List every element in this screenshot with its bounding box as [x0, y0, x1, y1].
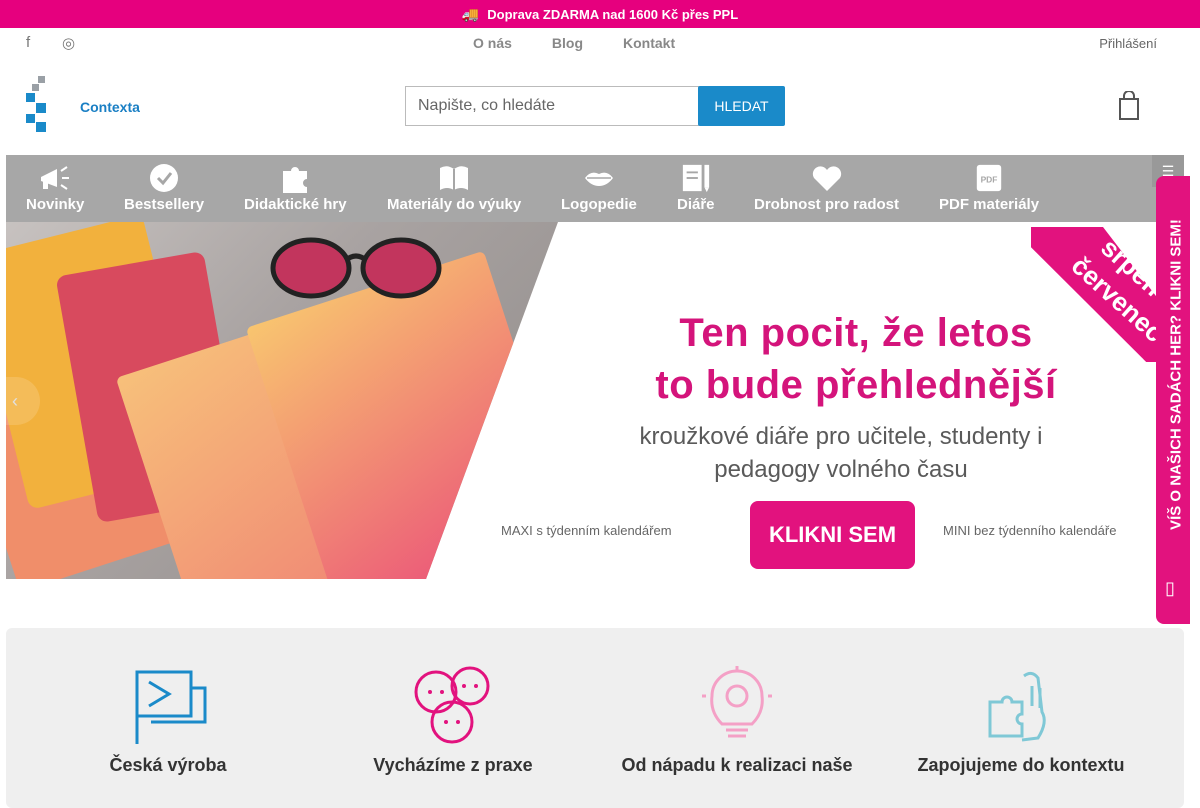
category-bestsellery[interactable]: Bestsellery [124, 155, 204, 222]
feature-item: Vycházíme z praxe [303, 666, 603, 776]
maxi-label: MAXI s týdenním kalendářem [501, 523, 672, 538]
svg-text:PDF: PDF [981, 175, 998, 185]
notebook-icon [682, 164, 709, 193]
category-label: Materiály do výuky [387, 196, 522, 213]
header: Contexta HLEDAT [0, 58, 1200, 154]
category-label: PDF materiály [939, 196, 1040, 213]
category-diare[interactable]: Diáře [677, 155, 715, 222]
hand-puzzle-icon [988, 671, 1046, 742]
category-label: Logopedie [561, 196, 637, 213]
puzzle-icon [283, 167, 308, 193]
category-novinky[interactable]: Novinky [26, 155, 84, 222]
category-drobnost[interactable]: Drobnost pro radost [754, 155, 899, 222]
category-label: Drobnost pro radost [754, 196, 899, 213]
category-label: Diáře [677, 196, 715, 213]
search-button[interactable]: HLEDAT [698, 86, 785, 126]
klikni-sem-button[interactable]: KLIKNI SEM [750, 501, 915, 569]
headline-line-2: to bude přehlednější [655, 363, 1057, 407]
login-link[interactable]: Přihlášení [1099, 36, 1157, 51]
top-nav: O nás Blog Kontakt [473, 35, 675, 51]
megaphone-icon [41, 166, 70, 190]
category-pdf[interactable]: PDF PDF materiály [939, 155, 1039, 222]
logo-mark-icon [26, 76, 46, 132]
people-icon [414, 666, 490, 744]
side-tab-text: VÍŠ O NAŠICH SADÁCH HER? KLIKNI SEM! [1167, 219, 1185, 530]
search-input[interactable] [405, 86, 699, 126]
check-badge-icon [150, 164, 179, 192]
feature-label: Zapojujeme do kontextu [917, 755, 1125, 775]
subline-line-1: kroužkové diáře pro učitele, studenty i [639, 423, 1043, 450]
category-label: Bestsellery [124, 196, 205, 213]
promo-text: Doprava ZDARMA nad 1600 Kč přes PPL [487, 6, 739, 22]
instagram-icon[interactable]: ◎ [62, 34, 75, 52]
category-logopedie[interactable]: Logopedie [561, 155, 637, 222]
banner-headline: Ten pocit, že letos to bude přehlednější [546, 307, 1166, 411]
feature-item: Od nápadu k realizaci naše [587, 666, 887, 776]
pdf-icon: PDF [976, 164, 1002, 192]
promo-bar: 🚚 Doprava ZDARMA nad 1600 Kč přes PPL [0, 0, 1200, 28]
book-icon [440, 166, 469, 190]
subline-line-2: pedagogy volného času [714, 456, 968, 483]
truck-icon: 🚚 [461, 5, 480, 22]
headline-line-1: Ten pocit, že letos [679, 311, 1033, 355]
top-links-bar: f ◎ O nás Blog Kontakt Přihlášení [0, 28, 1200, 58]
flag-icon [135, 670, 207, 744]
nav-link-o-nas[interactable]: O nás [473, 35, 512, 51]
category-label: Didaktické hry [244, 196, 347, 213]
lightbulb-icon [702, 666, 772, 738]
category-didakticke-hry[interactable]: Didaktické hry [244, 155, 347, 222]
mini-label: MINI bez týdenního kalendáře [943, 523, 1117, 538]
hero-banner[interactable]: ‹ srpen červenec Ten pocit, že letos to … [6, 222, 1184, 579]
category-materialy[interactable]: Materiály do výuky [387, 155, 521, 222]
side-tab-icon: ▯ [1165, 578, 1175, 598]
logo[interactable]: Contexta [26, 76, 140, 136]
feature-item: Česká výroba [18, 666, 318, 776]
logo-text: Contexta [80, 99, 140, 115]
lips-icon [584, 172, 613, 186]
cart-icon[interactable] [1118, 90, 1140, 128]
features-section: Česká výroba Vycházíme z praxe Od nápadu… [6, 628, 1184, 808]
side-promo-tab[interactable]: VÍŠ O NAŠICH SADÁCH HER? KLIKNI SEM! ▯ [1156, 176, 1190, 624]
feature-item: Zapojujeme do kontextu [871, 666, 1171, 776]
feature-label: Od nápadu k realizaci naše [621, 755, 853, 775]
banner-subline: kroužkové diáře pro učitele, studenty i … [526, 420, 1156, 486]
facebook-icon[interactable]: f [26, 34, 30, 51]
feature-label: Česká výroba [109, 755, 227, 775]
category-label: Novinky [26, 196, 85, 213]
nav-link-blog[interactable]: Blog [552, 35, 583, 51]
heart-icon [812, 166, 841, 191]
sunglasses-image [270, 237, 442, 299]
nav-link-kontakt[interactable]: Kontakt [623, 35, 675, 51]
feature-label: Vycházíme z praxe [373, 755, 533, 775]
category-nav: Novinky Bestsellery Didaktické hry Mater… [6, 155, 1184, 222]
banner-photo [6, 222, 558, 579]
